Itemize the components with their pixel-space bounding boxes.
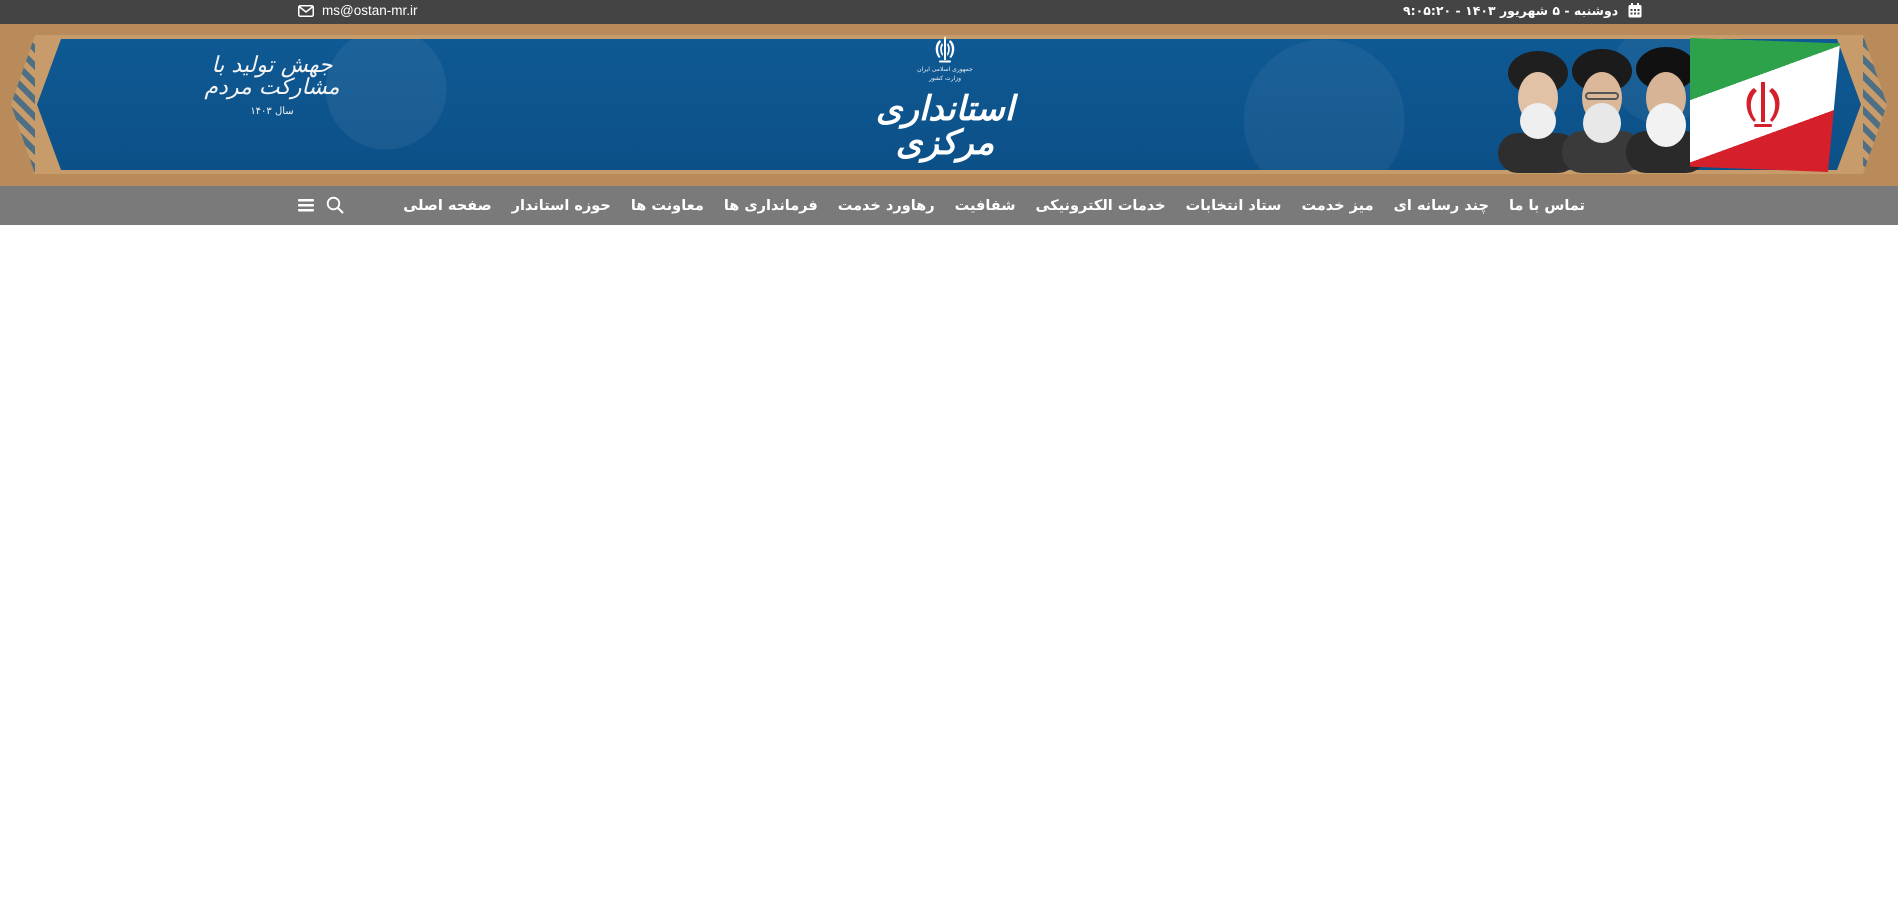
top-bar: ms@ostan-mr.ir دوشنبه - ۵ شهریور ۱۴۰۳ - … — [0, 0, 1898, 24]
nav-item-home[interactable]: صفحه اصلی — [403, 198, 491, 214]
main-navigation: صفحه اصلی حوزه استاندار معاونت ها فرماند… — [0, 186, 1898, 225]
calendar-icon — [1628, 3, 1642, 18]
ministry-line-1: جمهوری اسلامی ایران — [917, 66, 973, 73]
site-title: استانداری مرکزی — [875, 89, 1015, 163]
nav-tools — [298, 196, 344, 214]
nav-item-transparency[interactable]: شفافیت — [955, 198, 1016, 214]
contact-email[interactable]: ms@ostan-mr.ir — [298, 3, 417, 18]
nav-item-governor[interactable]: حوزه استاندار — [512, 198, 611, 214]
nav-item-election-hq[interactable]: ستاد انتخابات — [1186, 198, 1282, 214]
nav-item-contact[interactable]: تماس با ما — [1509, 198, 1585, 214]
slogan-text: جهش تولید با مشارکت مردم — [204, 53, 340, 100]
date-text: دوشنبه - ۵ شهریور ۱۴۰۳ - ۹:۰۵:۲۰ — [1403, 3, 1619, 18]
site-logo[interactable]: جمهوری اسلامی ایران وزارت کشور استانداری… — [850, 34, 1040, 160]
email-text[interactable]: ms@ostan-mr.ir — [322, 3, 417, 18]
nav-item-multimedia[interactable]: چند رسانه ای — [1394, 198, 1489, 214]
leaders-portraits — [1492, 37, 1712, 173]
banner-slogan: جهش تولید با مشارکت مردم سال ۱۴۰۳ — [172, 55, 372, 117]
slogan-year: سال ۱۴۰۳ — [250, 106, 294, 117]
iran-emblem-icon — [935, 36, 955, 63]
nav-item-e-services[interactable]: خدمات الکترونیکی — [1036, 198, 1166, 214]
nav-item-service-desk[interactable]: میز خدمت — [1301, 198, 1373, 214]
flag-emblem-icon — [1746, 82, 1780, 127]
hamburger-menu-icon[interactable] — [298, 197, 314, 213]
envelope-icon — [298, 4, 314, 17]
nav-menu: صفحه اصلی حوزه استاندار معاونت ها فرماند… — [403, 186, 1585, 225]
nav-item-service-achievements[interactable]: رهاورد خدمت — [838, 198, 935, 214]
date-time: دوشنبه - ۵ شهریور ۱۴۰۳ - ۹:۰۵:۲۰ — [1403, 3, 1642, 18]
nav-item-deputies[interactable]: معاونت ها — [631, 198, 704, 214]
search-icon[interactable] — [326, 196, 344, 214]
ministry-line-2: وزارت کشور — [928, 75, 962, 82]
iran-flag — [1690, 38, 1840, 172]
nav-item-governorates[interactable]: فرمانداری ها — [724, 198, 818, 214]
